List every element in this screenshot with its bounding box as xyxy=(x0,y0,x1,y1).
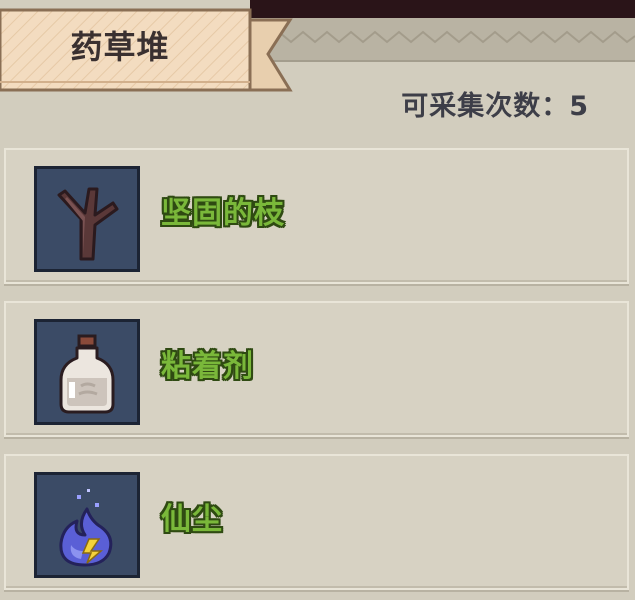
stick-icon xyxy=(57,187,119,261)
item-icon-frame xyxy=(34,319,140,425)
item-name: 坚固的枝 xyxy=(161,196,285,231)
fairy-dust-icon xyxy=(59,489,113,567)
item-icon-frame xyxy=(34,472,140,578)
collect-count-label: 可采集次数： xyxy=(401,91,570,122)
collect-count: 可采集次数：5 xyxy=(401,84,589,123)
list-item[interactable]: 粘着剂 xyxy=(4,301,629,437)
bottle-icon xyxy=(59,334,115,414)
top-strip xyxy=(250,0,635,18)
item-name: 仙尘 xyxy=(161,502,223,537)
header-zigzag-decoration xyxy=(255,30,635,44)
item-name: 粘着剂 xyxy=(161,349,254,384)
page-title: 药草堆 xyxy=(70,28,170,66)
list-item[interactable]: 坚固的枝 xyxy=(4,148,629,284)
list-item[interactable]: 仙尘 xyxy=(4,454,629,590)
herb-pile-panel: 药草堆 可采集次数：5 坚固的枝 粘着剂 仙尘 xyxy=(0,0,635,600)
collect-count-value: 5 xyxy=(569,91,589,122)
item-icon-frame xyxy=(34,166,140,272)
